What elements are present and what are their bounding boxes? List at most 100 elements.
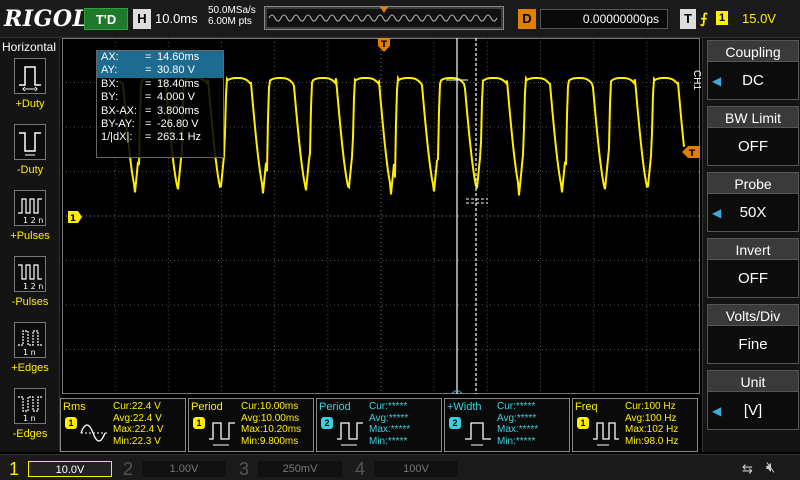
measurement-stat: Min:22.3 V [113, 435, 161, 447]
volts-div-menu-button[interactable]: Volts/Div Fine [707, 304, 799, 366]
measurement-name: Period [319, 401, 351, 413]
ch1-ground-marker: 1 [68, 211, 82, 224]
measurement-values: Cur:22.4 V Avg:22.4 V Max:22.4 V Min:22.3 V [113, 401, 164, 447]
channel-number: 2 [122, 459, 133, 479]
cursor-key: AX: [101, 51, 119, 63]
invert-menu-button[interactable]: Invert OFF [707, 238, 799, 300]
memory-depth: 6.00M pts [208, 16, 252, 27]
cursor-b-crosshair [466, 198, 488, 204]
measurement-stat: Avg:***** [497, 412, 537, 424]
negative-edges-button[interactable]: 1 n -Edges [6, 388, 54, 446]
bw-limit-title: BW Limit [707, 106, 799, 128]
svg-text:1 n: 1 n [23, 414, 36, 423]
coupling-value: DC ◀ [707, 62, 799, 100]
run-state-badge[interactable]: T'D [84, 8, 128, 30]
measurement-stat: Min:9.800ms [241, 435, 299, 447]
sample-rate: 50.0MSa/s [208, 5, 256, 16]
channel-1-selector[interactable]: 1 10.0V [4, 458, 116, 480]
memory-overview [264, 6, 504, 30]
measurement-values: Cur:10.00ms Avg:10.00ms Max:10.20ms Min:9.8… [241, 401, 301, 447]
adjust-arrow-icon: ◀ [712, 206, 722, 220]
coupling-menu-button[interactable]: Coupling DC ◀ [707, 40, 799, 102]
measurement-stat: Avg:***** [369, 412, 409, 424]
channel-number: 4 [354, 459, 365, 479]
negative-duty-icon [14, 124, 46, 160]
memory-trigger-marker [380, 7, 388, 13]
positive-pulses-label: +Pulses [10, 230, 50, 242]
measurement-stat: Cur:***** [369, 401, 408, 412]
measurement-freq-ch1[interactable]: Freq 1 Cur:100 Hz Avg:100 Hz Max:102 Hz Min:9… [572, 398, 698, 452]
trigger-source-badge: 1 [716, 11, 728, 25]
cursor-key: BY: [101, 91, 119, 104]
measurement-rms-ch1[interactable]: Rms 1 Cur:22.4 V Avg:22.4 V Max:22.4 V Min:22… [60, 398, 186, 452]
negative-pulses-icon: 1 2 n [14, 256, 46, 292]
measurement-stat: Max:102 Hz [625, 424, 679, 435]
cursor-row-6: 1/|dX|: = 263.1 Hz [97, 131, 223, 144]
channel-4-selector[interactable]: 4 100V [350, 458, 462, 480]
positive-duty-label: +Duty [15, 98, 45, 110]
trigger-position-marker: T [378, 38, 390, 52]
cursor-value: 18.40ms [157, 77, 200, 90]
cursor-key: AY: [101, 64, 118, 77]
cursor-value: -26.80 V [157, 117, 199, 130]
bw-limit-menu-button[interactable]: BW Limit OFF [707, 106, 799, 168]
negative-duty-button[interactable]: -Duty [6, 124, 54, 182]
measurement-stat: Max:22.4 V [113, 424, 164, 435]
cursor-value: 4.000 V [157, 91, 195, 104]
channel-scale: 10.0V [28, 461, 112, 477]
positive-pulses-button[interactable]: 1 2 n +Pulses [6, 190, 54, 248]
trigger-level-value[interactable]: 15.0V [742, 11, 776, 26]
unit-title: Unit [707, 370, 799, 392]
negative-pulses-button[interactable]: 1 2 n -Pulses [6, 256, 54, 314]
rigol-logo: RIGOL [4, 6, 89, 32]
cursor-equals: = [145, 131, 152, 144]
channel-2-selector[interactable]: 2 1.00V [118, 458, 230, 480]
delay-value[interactable]: 0.00000000ps [540, 9, 668, 29]
measurement-name: Period [191, 401, 223, 413]
measurement-channel-badge: 1 [65, 417, 77, 429]
svg-text:1 2 n: 1 2 n [23, 282, 43, 291]
positive-duty-button[interactable]: +Duty [6, 58, 54, 116]
svg-text:1: 1 [70, 214, 76, 224]
rising-edge-icon: ⨍ [700, 10, 708, 26]
cursor-value: 263.1 Hz [157, 131, 202, 144]
measurement-stat: Max:***** [369, 424, 411, 435]
measurement-stat: Avg:100 Hz [625, 412, 677, 424]
unit-value: [V] ◀ [707, 392, 799, 430]
measurement-channel-badge: 1 [577, 417, 589, 429]
cursor-equals: = [145, 77, 152, 90]
invert-title: Invert [707, 238, 799, 260]
cursor-equals: = [145, 64, 152, 77]
svg-text:1 n: 1 n [23, 348, 36, 357]
positive-edges-button[interactable]: 1 n +Edges [6, 322, 54, 380]
measurement-width-ch2[interactable]: +Width 2 Cur:***** Avg:***** Max:***** Min:**… [444, 398, 570, 452]
cursor-equals: = [145, 104, 152, 117]
period-icon [337, 422, 363, 446]
timebase-value[interactable]: 10.0ms [155, 11, 198, 26]
measurement-period-ch1[interactable]: Period 1 Cur:10.00ms Avg:10.00ms Max:10.20ms… [188, 398, 314, 452]
positive-pulses-icon: 1 2 n [14, 190, 46, 226]
unit-menu-button[interactable]: Unit [V] ◀ [707, 370, 799, 432]
cursor-value: 14.60ms [157, 51, 200, 63]
delay-tag: D [518, 9, 536, 29]
measurement-name: +Width [447, 401, 482, 413]
acquisition-info: 50.0MSa/s 6.00M pts [208, 5, 256, 27]
measurement-channel-badge: 1 [193, 417, 205, 429]
negative-pulses-label: -Pulses [11, 296, 49, 308]
measurement-channel-badge: 2 [449, 417, 461, 429]
channel-3-selector[interactable]: 3 250mV [234, 458, 346, 480]
cursor-row-2: BX: = 18.40ms [97, 78, 223, 91]
cursor-row-3: BY: = 4.000 V [97, 91, 223, 104]
bw-limit-value: OFF [707, 128, 799, 166]
speaker-muted-icon[interactable]: 🔇︎ [766, 459, 775, 476]
invert-value: OFF [707, 260, 799, 298]
timebase-tag: H [133, 9, 151, 29]
cursor-value: 30.80 V [157, 64, 195, 77]
measurement-stat: Cur:***** [497, 401, 536, 412]
measurement-period-ch2[interactable]: Period 2 Cur:***** Avg:***** Max:***** Min:**… [316, 398, 442, 452]
adjust-arrow-icon: ◀ [712, 404, 722, 418]
probe-menu-button[interactable]: Probe 50X ◀ [707, 172, 799, 234]
measurement-stat: Avg:10.00ms [241, 412, 300, 424]
channel-number: 3 [238, 459, 249, 479]
measurement-stat: Min:***** [497, 435, 536, 447]
